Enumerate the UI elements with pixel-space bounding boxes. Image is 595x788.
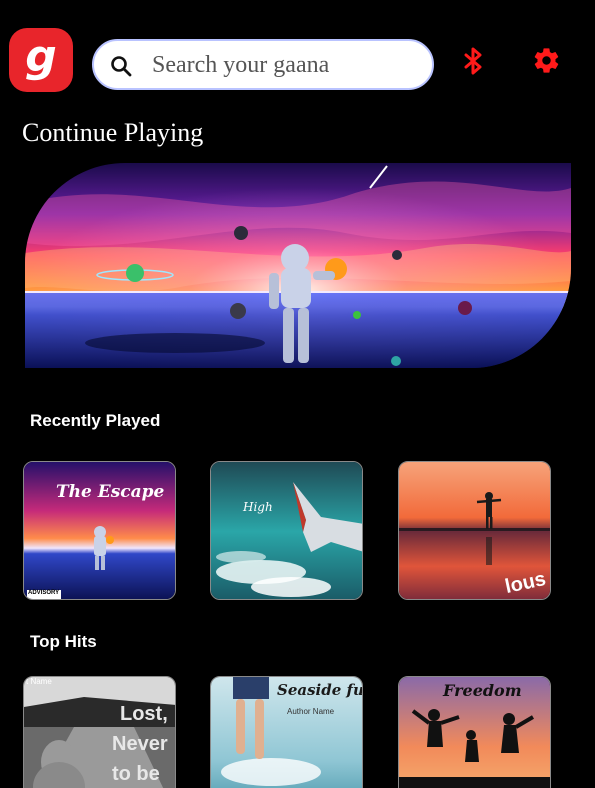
settings-gear-icon[interactable] xyxy=(532,46,561,75)
album-title-text: Freedom xyxy=(443,681,522,700)
continue-playing-title: Continue Playing xyxy=(22,118,204,147)
top-hits-item[interactable]: t Name Lost, Never to be xyxy=(23,676,176,788)
continue-playing-banner[interactable] xyxy=(25,163,571,368)
logo-letter: g xyxy=(25,31,57,82)
album-title-text: The Escape xyxy=(56,482,165,502)
album-title-line: Lost, xyxy=(120,703,168,725)
search-input[interactable] xyxy=(152,48,422,82)
author-name-text: t Name xyxy=(26,677,52,686)
advisory-badge: ADVISORY xyxy=(28,590,60,596)
bluetooth-icon[interactable] xyxy=(461,47,485,75)
album-title-line: Never xyxy=(112,733,168,755)
gaana-logo[interactable]: g xyxy=(9,28,73,92)
top-hits-item[interactable]: Freedom xyxy=(398,676,551,788)
search-icon xyxy=(111,56,132,77)
recently-played-title: Recently Played xyxy=(30,411,161,430)
album-title-line: to be xyxy=(112,763,160,785)
top-hits-item[interactable]: Seaside fun Author Name xyxy=(210,676,363,788)
search-bar[interactable] xyxy=(92,39,434,90)
top-hits-title: Top Hits xyxy=(30,632,97,651)
space-astronaut-artwork xyxy=(25,163,571,368)
author-name-text: Author Name xyxy=(287,707,335,716)
album-title-text: High xyxy=(243,500,273,514)
album-cover xyxy=(211,462,362,599)
recently-played-item[interactable]: lous xyxy=(398,461,551,600)
app-screen: g Continue Playing xyxy=(0,0,595,788)
recently-played-item[interactable]: The Escape ADVISORY xyxy=(23,461,176,600)
recently-played-item[interactable]: High xyxy=(210,461,363,600)
album-title-text: Seaside fun xyxy=(277,681,363,699)
